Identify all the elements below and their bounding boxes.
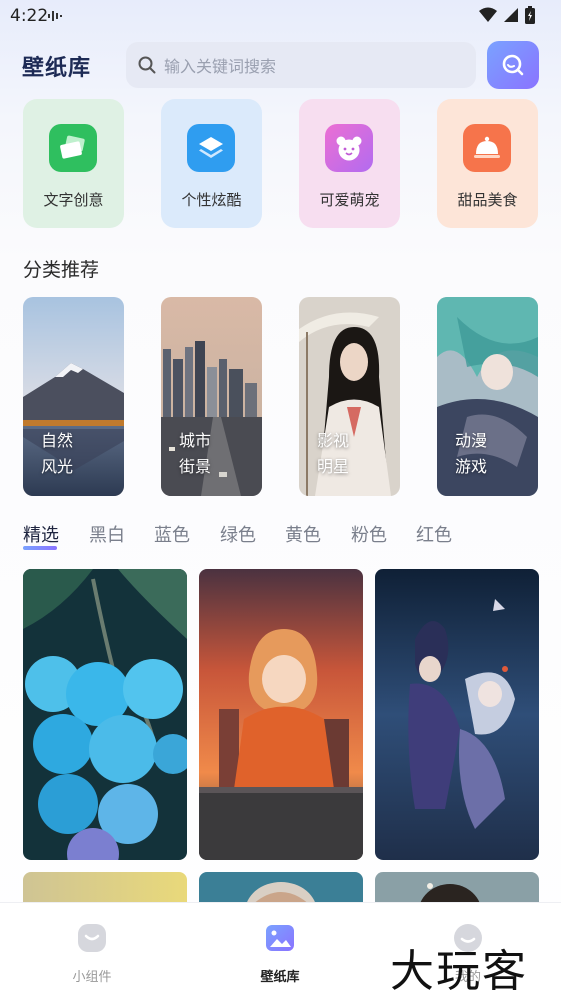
category-line2: 街景: [179, 457, 212, 476]
search-placeholder: 输入关键词搜索: [164, 57, 277, 76]
category-line1: 影视: [317, 431, 350, 450]
category-card-city[interactable]: 城市 街景: [161, 297, 262, 496]
quick-card-text-creative[interactable]: 文字创意: [23, 99, 124, 228]
category-label: 动漫 游戏: [455, 428, 487, 480]
layers-icon: [187, 124, 235, 172]
category-line1: 自然: [41, 431, 74, 450]
wifi-icon: [479, 7, 497, 22]
cards-icon: [49, 124, 97, 172]
tab-blue[interactable]: 蓝色: [154, 521, 190, 547]
widget-icon: [78, 924, 106, 952]
tab-red[interactable]: 红色: [416, 521, 452, 547]
cell-signal-icon: [504, 8, 518, 22]
category-line1: 动漫: [455, 431, 488, 450]
tab-black-white[interactable]: 黑白: [89, 521, 125, 547]
category-list: 自然 风光 城市 街景 影视 明星 动漫 游戏: [23, 297, 539, 496]
status-icons: [479, 6, 535, 24]
status-time: 4:22: [10, 6, 49, 26]
city-image: [161, 297, 262, 496]
search-input[interactable]: 输入关键词搜索: [126, 42, 476, 88]
anime-sunset-girl-image: [199, 569, 363, 860]
filter-tabs: 精选 黑白 蓝色 绿色 黄色 粉色 红色: [23, 521, 539, 555]
wallpaper-item[interactable]: [375, 569, 539, 860]
cloche-icon: [463, 124, 511, 172]
section-title: 分类推荐: [23, 259, 100, 281]
anime-image: [437, 297, 538, 496]
quick-card-label: 文字创意: [43, 191, 104, 209]
quick-actions: 文字创意 个性炫酷 可爱萌宠 甜品美食: [23, 99, 539, 229]
wallpaper-item[interactable]: [199, 569, 363, 860]
header: 壁纸库 输入关键词搜索: [0, 40, 561, 90]
category-card-anime[interactable]: 动漫 游戏: [437, 297, 538, 496]
nav-widgets[interactable]: 小组件: [47, 923, 137, 985]
nav-label: 壁纸库: [260, 970, 300, 985]
bear-icon: [325, 124, 373, 172]
category-line2: 明星: [317, 457, 350, 476]
category-line1: 城市: [179, 431, 212, 450]
search-icon: [138, 56, 156, 74]
tab-green[interactable]: 绿色: [220, 521, 256, 547]
quick-card-cool[interactable]: 个性炫酷: [161, 99, 262, 228]
wallpaper-item[interactable]: [23, 569, 187, 860]
category-card-movies[interactable]: 影视 明星: [299, 297, 400, 496]
quick-card-desserts[interactable]: 甜品美食: [437, 99, 538, 228]
quick-card-label: 可爱萌宠: [319, 191, 380, 209]
tab-pink[interactable]: 粉色: [351, 521, 387, 547]
category-line2: 游戏: [455, 457, 488, 476]
nav-label: 小组件: [72, 970, 112, 985]
quick-card-label: 甜品美食: [457, 191, 518, 209]
app-logo: 壁纸库: [22, 56, 92, 81]
blue-grapes-image: [23, 569, 187, 860]
tab-featured[interactable]: 精选: [23, 521, 59, 547]
fantasy-heroes-image: [375, 569, 539, 860]
search-button[interactable]: [487, 41, 539, 89]
quick-card-cute-pets[interactable]: 可爱萌宠: [299, 99, 400, 228]
category-line2: 风光: [41, 457, 74, 476]
nav-wallpapers[interactable]: 壁纸库: [235, 923, 325, 985]
category-label: 自然 风光: [41, 428, 73, 480]
category-label: 城市 街景: [179, 428, 211, 480]
gallery-icon: [266, 925, 294, 951]
portrait-image: [299, 297, 400, 496]
battery-icon: [525, 6, 535, 24]
signal-wave-icon: [48, 8, 66, 27]
watermark-text: 大玩客: [390, 946, 528, 997]
active-tab-indicator: [23, 546, 57, 550]
quick-card-label: 个性炫酷: [181, 191, 242, 209]
search-icon: [502, 54, 524, 76]
status-bar: 4:22: [0, 0, 561, 32]
tab-yellow[interactable]: 黄色: [285, 521, 321, 547]
category-label: 影视 明星: [317, 428, 349, 480]
mountain-image: [23, 297, 124, 496]
category-card-nature[interactable]: 自然 风光: [23, 297, 124, 496]
